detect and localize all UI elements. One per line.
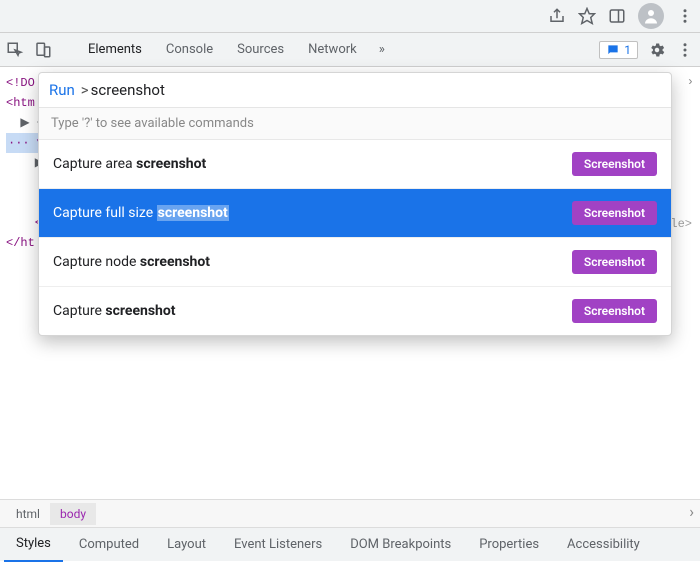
command-query: screenshot <box>91 81 165 99</box>
command-hint: Type '?' to see available commands <box>39 108 671 140</box>
screenshot-badge: Screenshot <box>572 201 657 225</box>
breadcrumb-scroll-icon[interactable]: › <box>689 502 694 521</box>
crumb-body[interactable]: body <box>50 503 96 525</box>
subtab-dom-breakpoints[interactable]: DOM Breakpoints <box>338 528 463 562</box>
subtab-layout[interactable]: Layout <box>155 528 218 562</box>
share-icon[interactable] <box>548 7 566 25</box>
star-icon[interactable] <box>578 7 596 25</box>
screenshot-badge: Screenshot <box>572 299 657 323</box>
styles-subtabs: Styles Computed Layout Event Listeners D… <box>0 527 700 561</box>
tabs-overflow-icon[interactable]: » <box>369 42 395 57</box>
devtools-tabbar: Elements Console Sources Network » 1 <box>0 33 700 67</box>
gear-icon[interactable] <box>648 41 666 59</box>
tab-elements[interactable]: Elements <box>76 33 154 67</box>
issues-badge[interactable]: 1 <box>599 41 638 59</box>
caret: > <box>81 81 89 99</box>
tab-console[interactable]: Console <box>154 33 225 67</box>
subtab-properties[interactable]: Properties <box>467 528 551 562</box>
run-label: Run <box>49 81 75 99</box>
command-item-capture[interactable]: Capture screenshot Screenshot <box>39 287 671 335</box>
panel-icon[interactable] <box>608 7 626 25</box>
command-item-capture-area[interactable]: Capture area screenshot Screenshot <box>39 140 671 189</box>
subtab-styles[interactable]: Styles <box>4 528 63 562</box>
command-input[interactable]: Run > screenshot <box>39 73 671 108</box>
inspect-icon[interactable] <box>6 41 24 59</box>
issues-count: 1 <box>624 43 631 57</box>
device-icon[interactable] <box>34 41 52 59</box>
command-item-capture-node[interactable]: Capture node screenshot Screenshot <box>39 238 671 287</box>
command-item-capture-full-size[interactable]: Capture full size screenshot Screenshot <box>39 189 671 238</box>
tab-network[interactable]: Network <box>296 33 369 67</box>
subtab-accessibility[interactable]: Accessibility <box>555 528 652 562</box>
profile-icon[interactable] <box>638 3 664 29</box>
screenshot-badge: Screenshot <box>572 152 657 176</box>
dom-breadcrumb: html body <box>0 499 700 527</box>
command-menu: Run > screenshot Type '?' to see availab… <box>38 72 672 336</box>
subtab-computed[interactable]: Computed <box>67 528 151 562</box>
dom-peek: le> <box>670 217 692 231</box>
more-icon[interactable] <box>676 41 694 59</box>
scroll-right-icon[interactable]: › <box>687 75 694 89</box>
screenshot-badge: Screenshot <box>572 250 657 274</box>
browser-toolbar <box>0 0 700 33</box>
subtab-event-listeners[interactable]: Event Listeners <box>222 528 334 562</box>
crumb-html[interactable]: html <box>6 503 50 525</box>
tab-sources[interactable]: Sources <box>225 33 296 67</box>
kebab-icon[interactable] <box>676 7 694 25</box>
